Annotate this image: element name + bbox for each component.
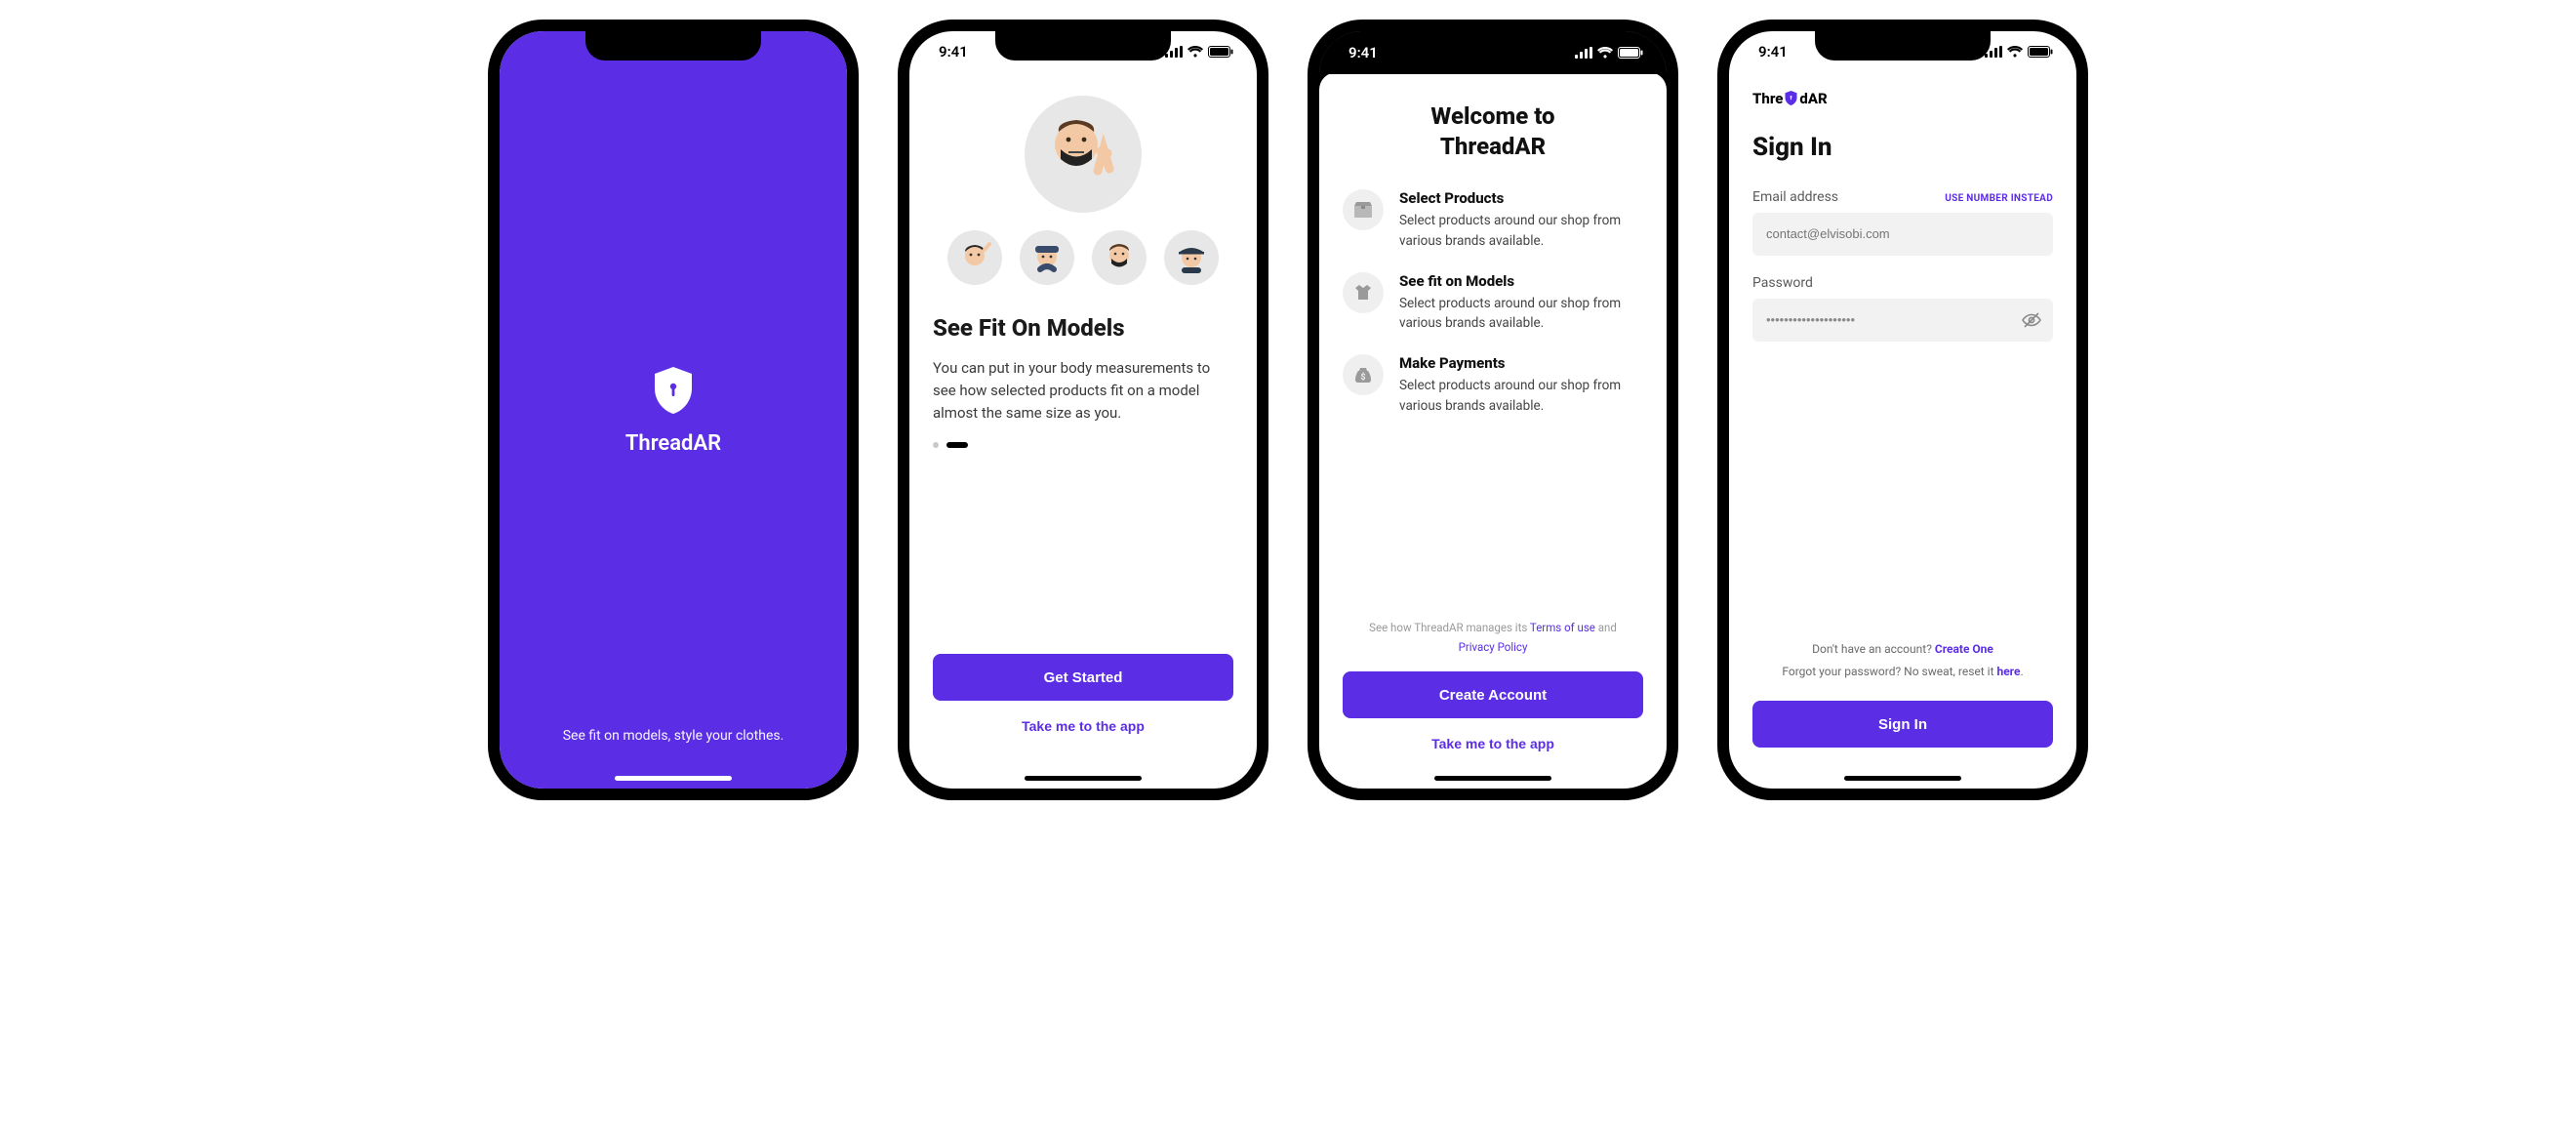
wifi-icon xyxy=(1597,47,1613,59)
avatar-thumb-4[interactable] xyxy=(1164,230,1219,285)
feature-title-2: Make Payments xyxy=(1399,354,1643,372)
forgot-prefix: Forgot your password? No sweat, reset it xyxy=(1782,665,1996,678)
feature-desc-2: Select products around our shop from var… xyxy=(1399,376,1643,416)
onboarding-body: You can put in your body measurements to… xyxy=(933,357,1233,425)
wifi-icon xyxy=(1187,46,1203,58)
svg-text:$: $ xyxy=(1360,372,1365,383)
notch xyxy=(585,31,761,61)
terms-link[interactable]: Terms of use xyxy=(1530,621,1595,634)
battery-icon xyxy=(1208,46,1233,58)
eye-off-icon xyxy=(2021,309,2042,331)
no-account-prefix: Don't have an account? xyxy=(1812,642,1935,656)
shield-lock-icon xyxy=(651,365,696,416)
take-me-to-app-button[interactable]: Take me to the app xyxy=(933,705,1233,748)
welcome-title-line1: Welcome to xyxy=(1430,102,1554,130)
email-input[interactable] xyxy=(1752,213,2053,256)
wifi-icon xyxy=(2007,46,2023,58)
brand-pre: Thre xyxy=(1752,90,1783,107)
notch xyxy=(1815,31,1991,61)
legal-prefix: See how ThreadAR manages its xyxy=(1369,621,1530,634)
feature-row-2: $ Make Payments Select products around o… xyxy=(1343,354,1643,416)
status-icons xyxy=(1575,47,1643,59)
shield-icon xyxy=(1785,91,1797,105)
battery-icon xyxy=(2028,46,2053,58)
brand-logo: Thre dAR xyxy=(1752,90,2053,107)
home-indicator xyxy=(1434,776,1551,781)
status-icons xyxy=(1165,46,1233,58)
phone-frame-welcome: 9:41 Welcome to ThreadAR Select Products… xyxy=(1308,20,1678,800)
box-icon xyxy=(1343,189,1384,230)
status-icons xyxy=(1985,46,2053,58)
signin-title: Sign In xyxy=(1752,133,2053,162)
notch xyxy=(995,31,1171,61)
feature-desc-0: Select products around our shop from var… xyxy=(1399,211,1643,251)
signin-screen: Thre dAR Sign In Email address USE NUMBE… xyxy=(1729,72,2076,789)
status-time: 9:41 xyxy=(933,43,968,61)
status-time: 9:41 xyxy=(1752,43,1788,61)
welcome-sheet: Welcome to ThreadAR Select Products Sele… xyxy=(1319,72,1667,789)
get-started-button[interactable]: Get Started xyxy=(933,654,1233,701)
battery-icon xyxy=(1618,47,1643,59)
status-time: 9:41 xyxy=(1343,44,1378,61)
avatar-thumb-3[interactable] xyxy=(1092,230,1147,285)
phone-frame-onboarding: 9:41 xyxy=(898,20,1268,800)
use-number-instead-link[interactable]: USE NUMBER INSTEAD xyxy=(1945,193,2053,204)
feature-row-1: See fit on Models Select products around… xyxy=(1343,272,1643,334)
legal-text: See how ThreadAR manages its Terms of us… xyxy=(1343,618,1643,658)
feature-desc-1: Select products around our shop from var… xyxy=(1399,294,1643,334)
avatar-row xyxy=(933,230,1233,285)
helper-text: Don't have an account? Create One Forgot… xyxy=(1752,638,2053,683)
avatar-main xyxy=(1025,96,1142,213)
create-account-button[interactable]: Create Account xyxy=(1343,671,1643,718)
money-icon: $ xyxy=(1343,354,1384,395)
welcome-title: Welcome to ThreadAR xyxy=(1430,101,1554,162)
create-one-link[interactable]: Create One xyxy=(1935,642,1993,656)
privacy-link[interactable]: Privacy Policy xyxy=(1459,640,1528,654)
feature-row-0: Select Products Select products around o… xyxy=(1343,189,1643,251)
toggle-password-visibility-button[interactable] xyxy=(2020,308,2043,332)
sign-in-button[interactable]: Sign In xyxy=(1752,701,2053,748)
onboarding-screen: See Fit On Models You can put in your bo… xyxy=(909,72,1257,789)
phone-frame-signin: 9:41 Thre dAR Sign In Email address USE … xyxy=(1717,20,2088,800)
pager xyxy=(933,442,1233,448)
password-label: Password xyxy=(1752,275,1813,291)
forgot-suffix: . xyxy=(2020,665,2023,678)
email-label: Email address xyxy=(1752,189,1838,205)
brand-post: dAR xyxy=(1799,90,1827,107)
reset-here-link[interactable]: here xyxy=(1996,665,2020,678)
pager-dot-1-active[interactable] xyxy=(946,442,968,448)
home-indicator xyxy=(615,776,732,781)
home-indicator xyxy=(1025,776,1142,781)
welcome-title-line2: ThreadAR xyxy=(1440,133,1546,160)
notch xyxy=(1405,31,1581,61)
take-me-to-app-button[interactable]: Take me to the app xyxy=(1343,722,1643,765)
home-indicator xyxy=(1844,776,1961,781)
shirt-icon xyxy=(1343,272,1384,313)
pager-dot-0[interactable] xyxy=(933,442,939,448)
legal-and: and xyxy=(1595,621,1617,634)
avatar-thumb-2[interactable] xyxy=(1020,230,1074,285)
feature-title-0: Select Products xyxy=(1399,189,1643,207)
avatar-thumb-1[interactable] xyxy=(947,230,1002,285)
splash-screen: ThreadAR See fit on models, style your c… xyxy=(500,31,847,789)
password-input[interactable] xyxy=(1752,299,2053,342)
phone-frame-splash: ThreadAR See fit on models, style your c… xyxy=(488,20,859,800)
onboarding-title: See Fit On Models xyxy=(933,314,1233,342)
tagline: See fit on models, style your clothes. xyxy=(563,728,785,744)
memoji-icon xyxy=(1039,110,1127,198)
feature-title-1: See fit on Models xyxy=(1399,272,1643,290)
app-name: ThreadAR xyxy=(625,431,721,456)
